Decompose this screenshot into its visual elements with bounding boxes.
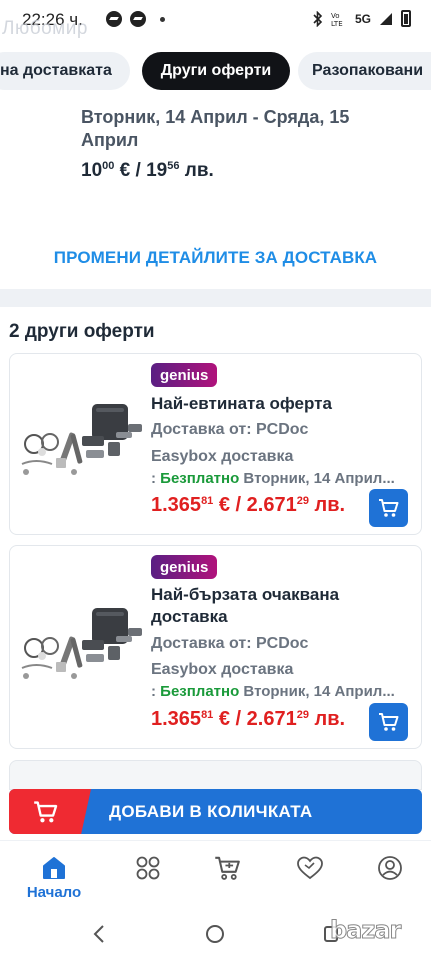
price-eur-dec: 81 [201, 709, 214, 721]
offer-shipping-method: Easybox доставка [151, 661, 294, 678]
bluetooth-icon [313, 10, 323, 27]
price-eur-int: 1.365 [151, 708, 202, 730]
shipping-prefix: : [151, 470, 161, 487]
next-section-peek [9, 760, 422, 790]
home-button-icon[interactable] [206, 925, 224, 943]
more-notifications-dot-icon [160, 16, 165, 22]
price-separator: € / [213, 494, 247, 516]
price-bgn-unit: лв. [308, 494, 346, 516]
cart-icon [34, 800, 58, 822]
product-image [21, 404, 142, 475]
tab-other-offers[interactable]: Други оферти [142, 52, 290, 90]
free-shipping-label: Безплатно [160, 683, 240, 700]
ghost-brand-text: Любомир [2, 18, 88, 39]
offer-price: 1.36581 € / 2.67129 лв. [151, 708, 345, 731]
tab-unpacked[interactable]: Разопаковани [298, 52, 431, 90]
price-bgn-int: 2.671 [246, 708, 297, 730]
messenger-icon [106, 11, 122, 27]
bottom-navigation: Начало [0, 840, 431, 910]
offer-tabs: на доставката Други оферти Разопаковани [0, 52, 431, 92]
add-to-cart-button[interactable] [369, 703, 408, 741]
nav-account[interactable] [360, 855, 420, 881]
add-to-cart-label: ДОБАВИ В КОЛИЧКАТА [109, 802, 313, 821]
notification-icons [106, 11, 165, 27]
offer-shipping-details: : Безплатно Вторник, 14 Април... [151, 470, 413, 487]
account-icon [378, 856, 402, 880]
delivery-price: 1000 € / 1956 лв. [81, 160, 214, 182]
delivery-price-eur-int: 10 [81, 160, 103, 181]
price-eur-int: 1.365 [151, 494, 202, 516]
price-bgn-dec: 29 [296, 495, 309, 507]
heart-icon [297, 856, 323, 880]
genius-badge: genius [151, 555, 218, 579]
product-image [21, 608, 142, 679]
svg-text:Vo: Vo [331, 12, 340, 20]
offer-seller[interactable]: Доставка от: PCDoc [151, 421, 308, 439]
cart-icon [378, 713, 398, 731]
watermark: bazar [329, 916, 401, 945]
delivery-price-bgn-int: 19 [146, 160, 168, 181]
delivery-price-eur-dec: 00 [102, 160, 115, 172]
nav-categories[interactable] [118, 855, 178, 881]
shipping-date: Вторник, 14 Април... [239, 470, 395, 487]
nav-home-label: Начало [26, 884, 82, 901]
svg-text:LTE: LTE [331, 20, 343, 27]
offer-label: Най-бързата очаквана доставка [151, 585, 340, 626]
offers-title: 2 други оферти [9, 321, 155, 342]
offer-label: Най-евтината оферта [151, 394, 332, 413]
offer-card[interactable]: genius Най-евтината оферта Доставка от: … [9, 353, 422, 535]
add-to-cart-button[interactable] [369, 489, 408, 527]
change-delivery-link[interactable]: ПРОМЕНИ ДЕТАЙЛИТЕ ЗА ДОСТАВКА [0, 248, 431, 268]
nav-home[interactable]: Начало [24, 855, 84, 901]
back-icon[interactable] [92, 924, 106, 944]
add-bar-cart-area [9, 789, 91, 834]
offer-shipping-method: Easybox доставка [151, 448, 294, 465]
price-separator: € / [213, 708, 247, 730]
price-bgn-unit: лв. [308, 708, 346, 730]
offer-card[interactable]: genius Най-бързата очаквана доставка Дос… [9, 545, 422, 749]
offer-seller[interactable]: Доставка от: PCDoc [151, 635, 308, 653]
delivery-price-separator: € / [114, 160, 147, 181]
signal-icon [380, 12, 392, 25]
delivery-dates: Вторник, 14 Април - Сряда, 15 Април [81, 107, 350, 150]
network-type: 5G [354, 11, 371, 26]
free-shipping-label: Безплатно [160, 470, 240, 487]
cart-icon [215, 856, 240, 880]
add-to-cart-bar[interactable]: ДОБАВИ В КОЛИЧКАТА [9, 789, 422, 834]
genius-badge: genius [151, 363, 218, 387]
home-icon [43, 857, 65, 879]
delivery-price-bgn-unit: лв. [179, 160, 214, 181]
volte-icon: VoLTE [331, 12, 343, 27]
price-bgn-dec: 29 [296, 709, 309, 721]
status-indicators: Vo LTE 5G [313, 10, 411, 27]
messenger-icon-2 [130, 11, 146, 27]
offer-price: 1.36581 € / 2.67129 лв. [151, 494, 345, 517]
offer-shipping-details: : Безплатно Вторник, 14 Април... [151, 683, 413, 700]
nav-cart[interactable] [198, 855, 258, 881]
section-divider [0, 289, 431, 307]
price-eur-dec: 81 [201, 495, 214, 507]
price-bgn-int: 2.671 [246, 494, 297, 516]
shipping-date: Вторник, 14 Април... [239, 683, 395, 700]
cart-icon [378, 499, 398, 517]
delivery-price-bgn-dec: 56 [167, 160, 180, 172]
shipping-prefix: : [151, 683, 161, 700]
nav-favorites[interactable] [280, 855, 340, 881]
categories-icon [136, 856, 160, 880]
tab-delivery[interactable]: на доставката [0, 52, 130, 90]
battery-icon [401, 10, 411, 27]
